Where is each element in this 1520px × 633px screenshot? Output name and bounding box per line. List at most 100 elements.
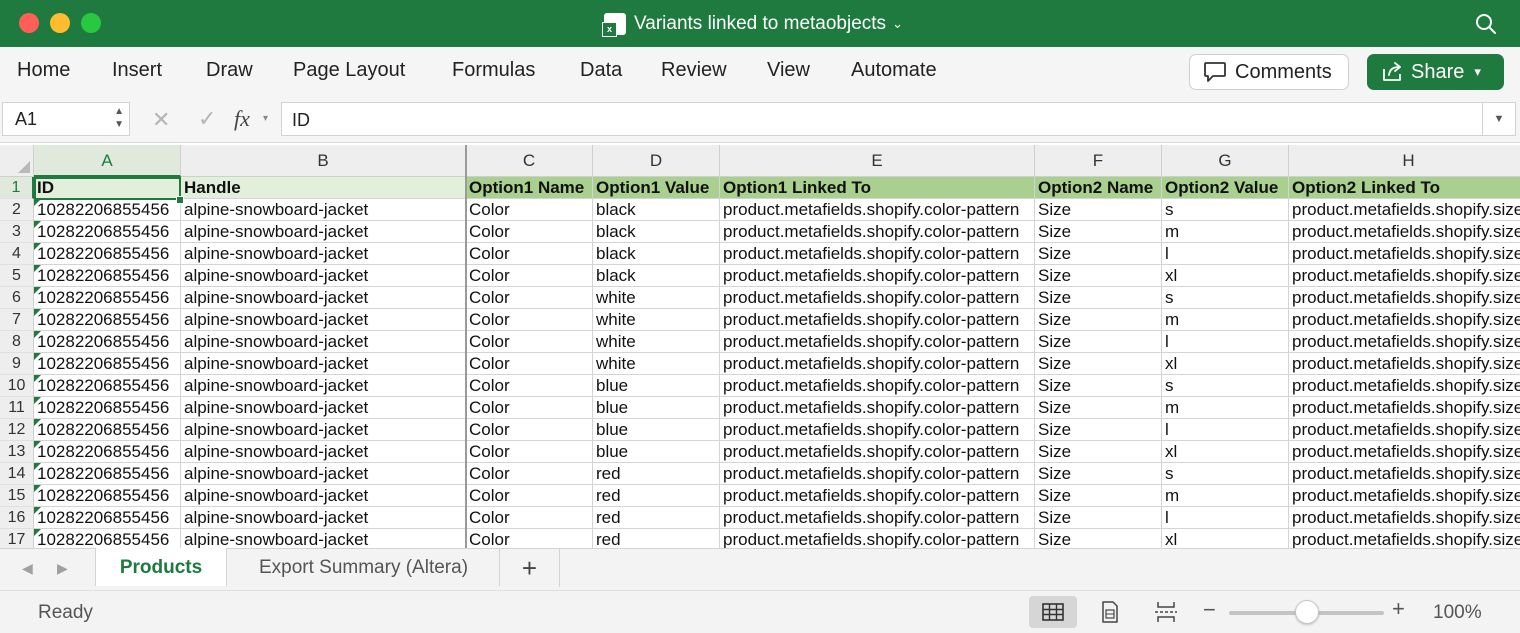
table-cell[interactable]: product.metafields.shopify.color-pattern bbox=[720, 265, 1035, 287]
row-header[interactable]: 3 bbox=[0, 221, 34, 243]
table-cell[interactable]: 10282206855456 bbox=[34, 287, 181, 309]
function-chevron-icon[interactable]: ▾ bbox=[263, 113, 268, 124]
zoom-in-button[interactable]: + bbox=[1392, 596, 1405, 622]
row-header[interactable]: 2 bbox=[0, 199, 34, 221]
header-cell[interactable]: ID bbox=[34, 177, 181, 199]
tab-automate[interactable]: Automate bbox=[851, 59, 937, 82]
header-cell[interactable]: Handle bbox=[181, 177, 466, 199]
table-cell[interactable]: 10282206855456 bbox=[34, 507, 181, 529]
table-cell[interactable]: l bbox=[1162, 243, 1289, 265]
table-cell[interactable]: Color bbox=[466, 375, 593, 397]
tab-formulas[interactable]: Formulas bbox=[452, 59, 535, 82]
header-cell[interactable]: Option2 Name bbox=[1035, 177, 1162, 199]
tab-page-layout[interactable]: Page Layout bbox=[293, 59, 405, 82]
table-cell[interactable]: xl bbox=[1162, 441, 1289, 463]
table-cell[interactable]: product.metafields.shopify.color-pattern bbox=[720, 375, 1035, 397]
table-cell[interactable]: product.metafields.shopify.color-pattern bbox=[720, 309, 1035, 331]
table-cell[interactable]: 10282206855456 bbox=[34, 485, 181, 507]
table-cell[interactable]: product.metafields.shopify.color-pattern bbox=[720, 199, 1035, 221]
table-cell[interactable]: l bbox=[1162, 507, 1289, 529]
header-cell[interactable]: Option1 Value bbox=[593, 177, 720, 199]
document-title[interactable]: x Variants linked to metaobjects ⌄ bbox=[602, 11, 903, 37]
zoom-out-button[interactable]: − bbox=[1203, 597, 1216, 623]
table-cell[interactable]: product.metafields.shopify.size bbox=[1289, 243, 1520, 265]
table-cell[interactable]: Size bbox=[1035, 463, 1162, 485]
table-cell[interactable]: alpine-snowboard-jacket bbox=[181, 463, 466, 485]
header-cell[interactable]: Option2 Linked To bbox=[1289, 177, 1520, 199]
table-cell[interactable]: Size bbox=[1035, 221, 1162, 243]
table-cell[interactable]: Color bbox=[466, 243, 593, 265]
table-cell[interactable]: Size bbox=[1035, 331, 1162, 353]
column-header-d[interactable]: D bbox=[593, 145, 720, 177]
table-cell[interactable]: product.metafields.shopify.size bbox=[1289, 441, 1520, 463]
table-cell[interactable]: Size bbox=[1035, 485, 1162, 507]
table-cell[interactable]: 10282206855456 bbox=[34, 419, 181, 441]
table-cell[interactable]: 10282206855456 bbox=[34, 397, 181, 419]
table-cell[interactable]: alpine-snowboard-jacket bbox=[181, 243, 466, 265]
row-header[interactable]: 17 bbox=[0, 529, 34, 548]
comments-button[interactable]: Comments bbox=[1189, 54, 1349, 90]
table-cell[interactable]: blue bbox=[593, 397, 720, 419]
table-cell[interactable]: product.metafields.shopify.size bbox=[1289, 309, 1520, 331]
table-cell[interactable]: Size bbox=[1035, 397, 1162, 419]
table-cell[interactable]: l bbox=[1162, 331, 1289, 353]
row-header[interactable]: 10 bbox=[0, 375, 34, 397]
maximize-window-button[interactable] bbox=[81, 13, 101, 33]
row-header[interactable]: 7 bbox=[0, 309, 34, 331]
sheet-tab-products[interactable]: Products bbox=[95, 548, 227, 586]
table-cell[interactable]: m bbox=[1162, 485, 1289, 507]
table-cell[interactable]: xl bbox=[1162, 353, 1289, 375]
table-cell[interactable]: Color bbox=[466, 353, 593, 375]
add-sheet-button[interactable]: + bbox=[500, 549, 560, 587]
header-cell[interactable]: Option2 Value bbox=[1162, 177, 1289, 199]
select-all-corner[interactable] bbox=[0, 145, 34, 177]
table-cell[interactable]: 10282206855456 bbox=[34, 243, 181, 265]
table-cell[interactable]: alpine-snowboard-jacket bbox=[181, 331, 466, 353]
column-header-e[interactable]: E bbox=[720, 145, 1035, 177]
table-cell[interactable]: blue bbox=[593, 375, 720, 397]
table-cell[interactable]: product.metafields.shopify.color-pattern bbox=[720, 529, 1035, 548]
row-header[interactable]: 8 bbox=[0, 331, 34, 353]
table-cell[interactable]: alpine-snowboard-jacket bbox=[181, 485, 466, 507]
page-layout-view-button[interactable] bbox=[1086, 596, 1134, 628]
tab-view[interactable]: View bbox=[767, 59, 810, 82]
table-cell[interactable]: m bbox=[1162, 309, 1289, 331]
check-icon[interactable]: ✓ bbox=[198, 106, 216, 132]
table-cell[interactable]: Size bbox=[1035, 529, 1162, 548]
next-sheet-icon[interactable]: ▶ bbox=[57, 560, 68, 577]
insert-function-icon[interactable]: fx bbox=[234, 106, 250, 132]
table-cell[interactable]: black bbox=[593, 199, 720, 221]
table-cell[interactable]: product.metafields.shopify.color-pattern bbox=[720, 221, 1035, 243]
table-cell[interactable]: Color bbox=[466, 419, 593, 441]
name-box[interactable]: A1 ▲ ▼ bbox=[2, 102, 130, 136]
table-cell[interactable]: product.metafields.shopify.size bbox=[1289, 485, 1520, 507]
tab-review[interactable]: Review bbox=[661, 59, 727, 82]
zoom-slider-thumb[interactable] bbox=[1294, 600, 1319, 624]
table-cell[interactable]: Color bbox=[466, 287, 593, 309]
table-cell[interactable]: s bbox=[1162, 375, 1289, 397]
table-cell[interactable]: Size bbox=[1035, 353, 1162, 375]
table-cell[interactable]: blue bbox=[593, 419, 720, 441]
zoom-level[interactable]: 100% bbox=[1433, 602, 1482, 624]
spreadsheet-grid[interactable]: A B C D E F G H 1 ID Handle Option1 Name Option1 Val… bbox=[0, 145, 1520, 548]
table-cell[interactable]: 10282206855456 bbox=[34, 529, 181, 548]
table-cell[interactable]: product.metafields.shopify.color-pattern bbox=[720, 287, 1035, 309]
row-header[interactable]: 9 bbox=[0, 353, 34, 375]
table-cell[interactable]: Color bbox=[466, 507, 593, 529]
table-cell[interactable]: black bbox=[593, 265, 720, 287]
table-cell[interactable]: product.metafields.shopify.size bbox=[1289, 331, 1520, 353]
table-cell[interactable]: alpine-snowboard-jacket bbox=[181, 529, 466, 548]
sheet-tab-export-summary[interactable]: Export Summary (Altera) bbox=[228, 548, 500, 586]
page-break-view-button[interactable] bbox=[1142, 596, 1190, 628]
table-cell[interactable]: product.metafields.shopify.color-pattern bbox=[720, 441, 1035, 463]
table-cell[interactable]: Size bbox=[1035, 287, 1162, 309]
table-cell[interactable]: product.metafields.shopify.color-pattern bbox=[720, 331, 1035, 353]
previous-sheet-icon[interactable]: ◀ bbox=[22, 560, 33, 577]
header-cell[interactable]: Option1 Name bbox=[466, 177, 593, 199]
column-header-g[interactable]: G bbox=[1162, 145, 1289, 177]
table-cell[interactable]: product.metafields.shopify.size bbox=[1289, 507, 1520, 529]
table-cell[interactable]: Color bbox=[466, 309, 593, 331]
tab-data[interactable]: Data bbox=[580, 59, 622, 82]
table-cell[interactable]: Color bbox=[466, 441, 593, 463]
table-cell[interactable]: Color bbox=[466, 485, 593, 507]
